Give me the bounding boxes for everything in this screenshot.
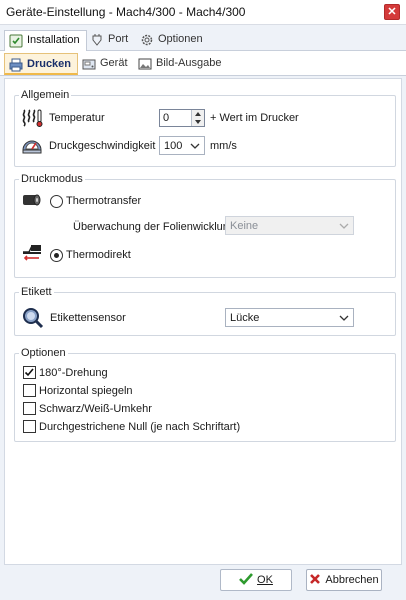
tab-optionen-label: Optionen [158,33,203,45]
allgemein-legend: Allgemein [21,89,70,101]
sub-tab-bar: Drucken Gerät Bild-Ausgabe [0,51,406,76]
thermotransfer-radio[interactable] [50,195,63,208]
chevron-down-icon [190,141,200,151]
foil-value: Keine [230,220,259,232]
image-icon [138,57,152,71]
stepper-up-icon[interactable] [195,112,201,116]
invert-bw-checkbox[interactable] [23,402,36,415]
radio-selected-dot [54,253,59,258]
tab-drucken[interactable]: Drucken [4,53,79,75]
thermodirekt-radio[interactable] [50,249,63,262]
tab-port[interactable]: Port [86,30,134,51]
close-icon: ✕ [387,6,397,18]
tab-installation-label: Installation [27,34,80,46]
thermal-direct-icon [21,242,43,265]
tab-bild-ausgabe[interactable]: Bild-Ausgabe [134,53,227,75]
thermodirekt-label: Thermodirekt [66,249,131,261]
druckmodus-legend: Druckmodus [21,173,83,185]
sensor-select[interactable]: Lücke [225,308,354,327]
temperature-value: 0 [163,112,170,124]
checkmark-icon [24,368,34,377]
chevron-down-icon [339,221,349,231]
mirror-horizontal-checkbox[interactable] [23,384,36,397]
chevron-down-icon [339,313,349,323]
ok-label: OK [257,574,273,586]
stepper-down-icon[interactable] [195,120,201,124]
sensor-magnifier-icon [21,306,45,333]
checkmark-icon [239,572,254,588]
slashed-zero-label: Durchgestrichene Null (je nach Schriftar… [39,421,241,433]
settings-panel: Allgemein Temperatur 0 + Wert im Drucker… [4,78,402,565]
tab-port-label: Port [108,33,129,45]
tab-geraet-label: Gerät [100,57,128,69]
rotate-180-checkbox[interactable] [23,366,36,379]
sensor-value: Lücke [230,312,260,324]
port-icon [90,33,104,47]
device-icon [82,57,96,71]
speedometer-icon [21,134,43,159]
temperature-input[interactable]: 0 [159,109,205,127]
invert-bw-label: Schwarz/Weiß-Umkehr [39,403,152,415]
sensor-label: Etikettensensor [50,312,126,324]
gear-icon [140,33,154,47]
cancel-x-icon [309,573,321,588]
cancel-button[interactable]: Abbrechen [306,569,382,591]
allgemein-group: Allgemein [14,89,396,167]
speed-label: Druckgeschwindigkeit [49,140,156,152]
cancel-label: Abbrechen [325,574,379,586]
tab-drucken-label: Drucken [27,58,72,70]
foil-select[interactable]: Keine [225,216,354,235]
close-button[interactable]: ✕ [384,4,400,20]
speed-value: 100 [164,140,183,152]
tab-bild-ausgabe-label: Bild-Ausgabe [156,57,222,69]
slashed-zero-checkbox[interactable] [23,420,36,433]
title-bar: Geräte-Einstellung - Mach4/300 - Mach4/3… [0,0,406,25]
ribbon-roll-icon [21,193,43,210]
window-title: Geräte-Einstellung - Mach4/300 - Mach4/3… [6,5,246,19]
thermometer-icon [21,108,43,131]
temperature-label: Temperatur [49,112,105,124]
thermotransfer-label: Thermotransfer [66,195,142,207]
temperature-suffix: + Wert im Drucker [210,112,299,124]
installation-icon [9,34,23,48]
printer-icon [9,58,23,72]
etikett-legend: Etikett [21,286,52,298]
foil-label: Überwachung der Folienwicklung [73,221,236,233]
temperature-stepper[interactable] [191,110,204,126]
optionen-legend: Optionen [21,347,66,359]
ok-button[interactable]: OK [220,569,292,591]
tab-geraet[interactable]: Gerät [78,53,134,75]
rotate-180-label: 180°-Drehung [39,367,108,379]
top-tab-bar: Installation Port Optionen [0,27,406,52]
speed-select[interactable]: 100 [159,136,205,155]
tab-installation[interactable]: Installation [4,30,87,52]
speed-unit: mm/s [210,140,237,152]
tab-optionen[interactable]: Optionen [136,30,209,51]
mirror-horizontal-label: Horizontal spiegeln [39,385,133,397]
